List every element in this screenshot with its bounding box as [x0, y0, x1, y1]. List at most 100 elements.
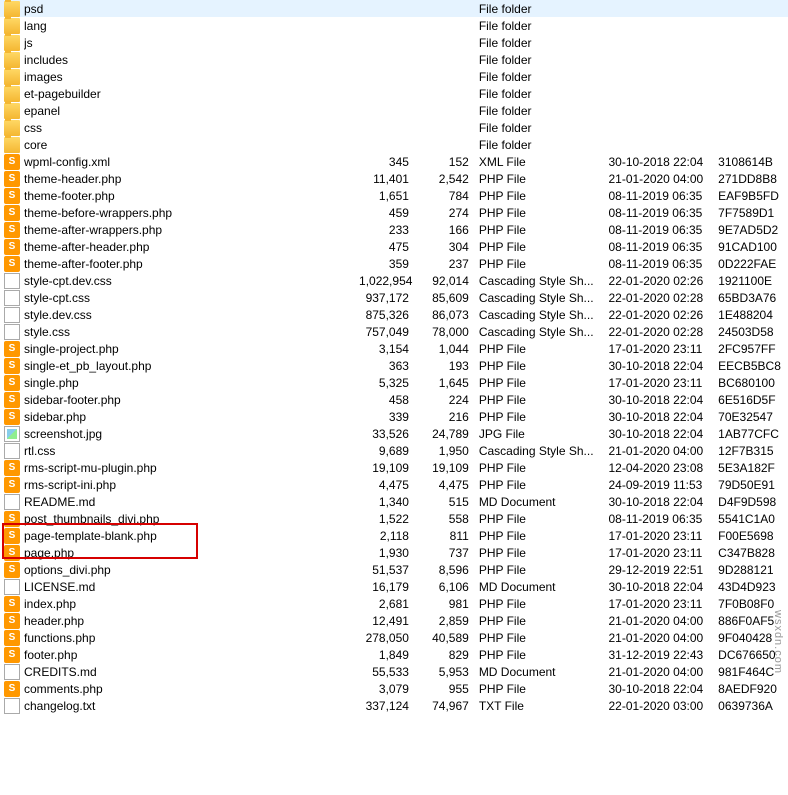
- file-row[interactable]: Stheme-after-footer.php359237PHP File08-…: [0, 255, 788, 272]
- file-row[interactable]: changelog.txt337,12474,967TXT File22-01-…: [0, 697, 788, 714]
- file-packed: 86,073: [419, 308, 479, 322]
- file-row[interactable]: Spage.php1,930737PHP File17-01-2020 23:1…: [0, 544, 788, 561]
- file-name: LICENSE.md: [24, 580, 359, 594]
- file-size: 363: [359, 359, 419, 373]
- file-modified: 21-01-2020 04:00: [608, 444, 718, 458]
- file-type: XML File: [479, 155, 609, 169]
- sublime-icon: S: [4, 562, 20, 578]
- file-row[interactable]: style.css757,04978,000Cascading Style Sh…: [0, 323, 788, 340]
- file-packed: 24,789: [419, 427, 479, 441]
- file-row[interactable]: langFile folder: [0, 17, 788, 34]
- file-row[interactable]: cssFile folder: [0, 119, 788, 136]
- file-size: 33,526: [359, 427, 419, 441]
- sublime-icon: S: [4, 205, 20, 221]
- file-name: psd: [24, 2, 359, 16]
- file-size: 1,651: [359, 189, 419, 203]
- md-icon: [4, 494, 20, 510]
- file-row[interactable]: Soptions_divi.php51,5378,596PHP File29-1…: [0, 561, 788, 578]
- file-packed: 558: [419, 512, 479, 526]
- file-name: images: [24, 70, 359, 84]
- file-crc: 79D50E91: [718, 478, 788, 492]
- file-crc: 3108614B: [718, 155, 788, 169]
- file-row[interactable]: Swpml-config.xml345152XML File30-10-2018…: [0, 153, 788, 170]
- file-row[interactable]: README.md1,340515MD Document30-10-2018 2…: [0, 493, 788, 510]
- file-row[interactable]: Srms-script-ini.php4,4754,475PHP File24-…: [0, 476, 788, 493]
- file-modified: 08-11-2019 06:35: [608, 189, 718, 203]
- file-row[interactable]: Stheme-before-wrappers.php459274PHP File…: [0, 204, 788, 221]
- file-row[interactable]: LICENSE.md16,1796,106MD Document30-10-20…: [0, 578, 788, 595]
- file-size: 757,049: [359, 325, 419, 339]
- file-row[interactable]: Stheme-after-wrappers.php233166PHP File0…: [0, 221, 788, 238]
- file-row[interactable]: Spost_thumbnails_divi.php1,522558PHP Fil…: [0, 510, 788, 527]
- file-row[interactable]: Stheme-after-header.php475304PHP File08-…: [0, 238, 788, 255]
- file-crc: 12F7B315: [718, 444, 788, 458]
- file-row[interactable]: Sfunctions.php278,05040,589PHP File21-01…: [0, 629, 788, 646]
- file-size: 1,022,954: [359, 274, 419, 288]
- file-row[interactable]: imagesFile folder: [0, 68, 788, 85]
- file-row[interactable]: jsFile folder: [0, 34, 788, 51]
- file-modified: 08-11-2019 06:35: [608, 512, 718, 526]
- file-row[interactable]: Ssidebar.php339216PHP File30-10-2018 22:…: [0, 408, 788, 425]
- file-size: 339: [359, 410, 419, 424]
- file-packed: 304: [419, 240, 479, 254]
- file-row[interactable]: Sfooter.php1,849829PHP File31-12-2019 22…: [0, 646, 788, 663]
- file-size: 19,109: [359, 461, 419, 475]
- file-crc: 70E32547: [718, 410, 788, 424]
- file-row[interactable]: coreFile folder: [0, 136, 788, 153]
- file-row[interactable]: Scomments.php3,079955PHP File30-10-2018 …: [0, 680, 788, 697]
- file-row[interactable]: Ssingle-project.php3,1541,044PHP File17-…: [0, 340, 788, 357]
- file-size: 16,179: [359, 580, 419, 594]
- file-row[interactable]: et-pagebuilderFile folder: [0, 85, 788, 102]
- file-modified: 30-10-2018 22:04: [608, 427, 718, 441]
- sublime-icon: S: [4, 171, 20, 187]
- file-row[interactable]: epanel File folder: [0, 102, 788, 119]
- file-name: epanel: [24, 104, 359, 118]
- sublime-icon: S: [4, 409, 20, 425]
- file-type: File folder: [479, 2, 609, 16]
- file-crc: BC680100: [718, 376, 788, 390]
- file-row[interactable]: Stheme-header.php11,4012,542PHP File21-0…: [0, 170, 788, 187]
- file-name: style.css: [24, 325, 359, 339]
- sublime-icon: S: [4, 477, 20, 493]
- file-crc: F00E5698: [718, 529, 788, 543]
- file-type: PHP File: [479, 478, 609, 492]
- file-type: PHP File: [479, 529, 609, 543]
- file-row[interactable]: Srms-script-mu-plugin.php19,10919,109PHP…: [0, 459, 788, 476]
- file-modified: 08-11-2019 06:35: [608, 223, 718, 237]
- css-icon: [4, 324, 20, 340]
- file-row[interactable]: screenshot.jpg33,52624,789JPG File30-10-…: [0, 425, 788, 442]
- file-name: sidebar-footer.php: [24, 393, 359, 407]
- file-row[interactable]: style.dev.css875,32686,073Cascading Styl…: [0, 306, 788, 323]
- file-row[interactable]: Sheader.php12,4912,859PHP File21-01-2020…: [0, 612, 788, 629]
- sublime-icon: S: [4, 341, 20, 357]
- folder-icon: [4, 137, 20, 153]
- file-name: theme-footer.php: [24, 189, 359, 203]
- file-crc: 5541C1A0: [718, 512, 788, 526]
- file-type: PHP File: [479, 359, 609, 373]
- file-type: File folder: [479, 104, 609, 118]
- file-size: 937,172: [359, 291, 419, 305]
- file-row[interactable]: Ssidebar-footer.php458224PHP File30-10-2…: [0, 391, 788, 408]
- file-row[interactable]: style-cpt.dev.css1,022,95492,014Cascadin…: [0, 272, 788, 289]
- sublime-icon: S: [4, 222, 20, 238]
- file-modified: 30-10-2018 22:04: [608, 410, 718, 424]
- file-row[interactable]: CREDITS.md55,5335,953MD Document21-01-20…: [0, 663, 788, 680]
- file-row[interactable]: psd File folder: [0, 0, 788, 17]
- file-modified: 24-09-2019 11:53: [608, 478, 718, 492]
- file-packed: 955: [419, 682, 479, 696]
- file-row[interactable]: Ssingle-et_pb_layout.php363193PHP File30…: [0, 357, 788, 374]
- file-size: 459: [359, 206, 419, 220]
- file-row[interactable]: Spage-template-blank.php2,118811PHP File…: [0, 527, 788, 544]
- file-row[interactable]: includesFile folder: [0, 51, 788, 68]
- file-name: single.php: [24, 376, 359, 390]
- file-type: PHP File: [479, 189, 609, 203]
- file-type: PHP File: [479, 172, 609, 186]
- file-name: rms-script-mu-plugin.php: [24, 461, 359, 475]
- file-crc: 7F0B08F0: [718, 597, 788, 611]
- css-icon: [4, 273, 20, 289]
- file-row[interactable]: rtl.css9,6891,950Cascading Style Sh...21…: [0, 442, 788, 459]
- file-row[interactable]: Sindex.php2,681981PHP File17-01-2020 23:…: [0, 595, 788, 612]
- file-row[interactable]: Stheme-footer.php1,651784PHP File08-11-2…: [0, 187, 788, 204]
- file-row[interactable]: Ssingle.php5,3251,645PHP File17-01-2020 …: [0, 374, 788, 391]
- file-row[interactable]: style-cpt.css937,17285,609Cascading Styl…: [0, 289, 788, 306]
